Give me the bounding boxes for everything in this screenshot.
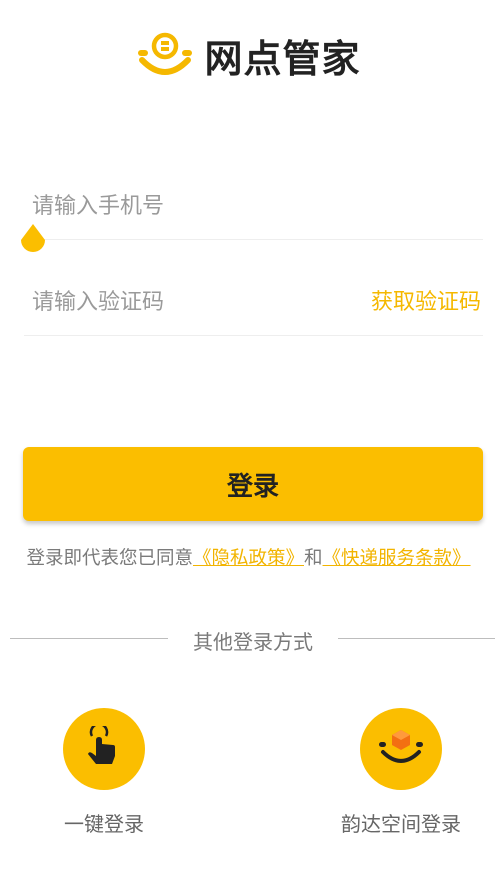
code-placeholder: 请输入验证码 — [32, 290, 165, 315]
divider-line-right — [338, 638, 495, 639]
app-name: 网点管家 — [204, 36, 361, 81]
get-code-button[interactable]: 获取验证码 — [371, 284, 481, 316]
yunda-space-login[interactable]: 韵达空间登录 — [311, 708, 491, 838]
app-logo: 网点管家 — [0, 30, 497, 81]
one-click-login-button[interactable] — [63, 708, 145, 790]
yunda-space-login-label: 韵达空间登录 — [341, 812, 461, 836]
phone-field[interactable]: 请输入手机号 — [21, 144, 483, 252]
yunda-space-login-button[interactable] — [360, 708, 442, 790]
privacy-policy-link[interactable]: 《隐私政策》 — [193, 548, 304, 569]
terms-link[interactable]: 《快递服务条款》 — [323, 548, 471, 569]
agreement-text: 登录即代表您已同意《隐私政策》和《快递服务条款》 — [0, 544, 497, 570]
agreement-prefix: 登录即代表您已同意 — [26, 548, 193, 569]
other-methods-divider: 其他登录方式 — [0, 626, 497, 654]
code-field[interactable]: 请输入验证码 获取验证码 — [24, 240, 483, 336]
agreement-and: 和 — [304, 548, 323, 569]
tap-hand-icon — [88, 726, 115, 764]
login-screen: 网点管家 请输入手机号 请输入验证码 获取验证码 登录 登录即代表您已同意《隐私… — [0, 0, 497, 883]
one-click-login[interactable]: 一键登录 — [14, 708, 194, 838]
one-click-login-label: 一键登录 — [64, 812, 144, 836]
other-methods-title: 其他登录方式 — [193, 630, 313, 654]
divider-line-left — [10, 638, 168, 639]
logo-smile-icon — [138, 32, 193, 75]
phone-placeholder: 请输入手机号 — [32, 194, 165, 219]
yunda-smile-icon — [379, 730, 423, 763]
login-button[interactable]: 登录 — [23, 447, 483, 521]
